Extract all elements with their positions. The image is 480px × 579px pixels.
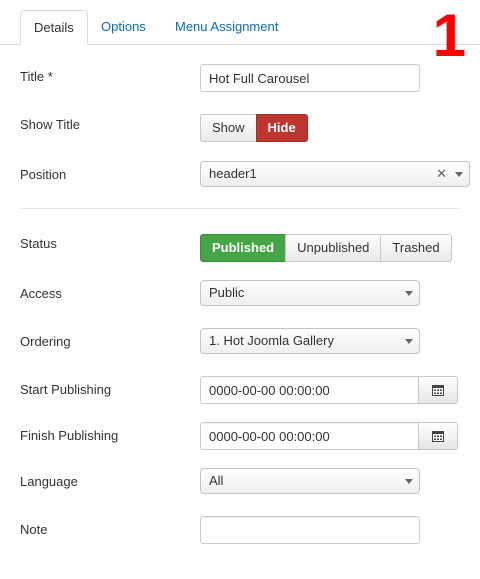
start-publishing-calendar-button[interactable] [418,376,458,404]
chevron-down-icon [405,339,413,344]
position-value: header1 [209,166,257,181]
chevron-down-icon [405,479,413,484]
note-input[interactable] [200,516,420,544]
ordering-value: 1. Hot Joomla Gallery [209,333,334,348]
tab-bar: Details Options Menu Assignment [0,0,480,45]
tab-menu-assignment[interactable]: Menu Assignment [162,10,291,44]
access-label: Access [20,286,62,301]
show-title-label: Show Title [20,117,80,132]
finish-publishing-input[interactable] [200,422,419,450]
finish-publishing-label: Finish Publishing [20,428,119,443]
access-select[interactable]: Public [200,280,420,306]
section-divider [20,208,460,209]
ordering-label: Ordering [20,334,71,349]
note-label: Note [20,522,48,537]
unpublished-button[interactable]: Unpublished [285,234,382,262]
language-label: Language [20,474,78,489]
language-select[interactable]: All [200,468,420,494]
status-label: Status [20,236,57,251]
calendar-icon [432,431,444,442]
position-label: Position [20,167,67,182]
title-input[interactable] [200,64,420,92]
start-publishing-input[interactable] [200,376,419,404]
chevron-down-icon [405,291,413,296]
trashed-button[interactable]: Trashed [380,234,452,262]
show-title-toggle: Show Hide [200,114,308,142]
position-select[interactable]: header1 ✕ [200,161,470,187]
clear-icon[interactable]: ✕ [436,162,447,186]
hide-button[interactable]: Hide [255,114,308,142]
title-label: Title * [20,69,53,84]
published-button[interactable]: Published [200,234,287,262]
finish-publishing-calendar-button[interactable] [418,422,458,450]
language-value: All [209,473,224,488]
status-toggle: Published Unpublished Trashed [200,234,452,262]
chevron-down-icon [455,172,463,177]
tab-details[interactable]: Details [20,10,88,45]
show-button[interactable]: Show [200,114,257,142]
start-publishing-label: Start Publishing [20,382,112,397]
tab-options[interactable]: Options [88,10,159,44]
access-value: Public [209,285,245,300]
step-number: 1 [432,2,466,69]
ordering-select[interactable]: 1. Hot Joomla Gallery [200,328,420,354]
calendar-icon [432,385,444,396]
